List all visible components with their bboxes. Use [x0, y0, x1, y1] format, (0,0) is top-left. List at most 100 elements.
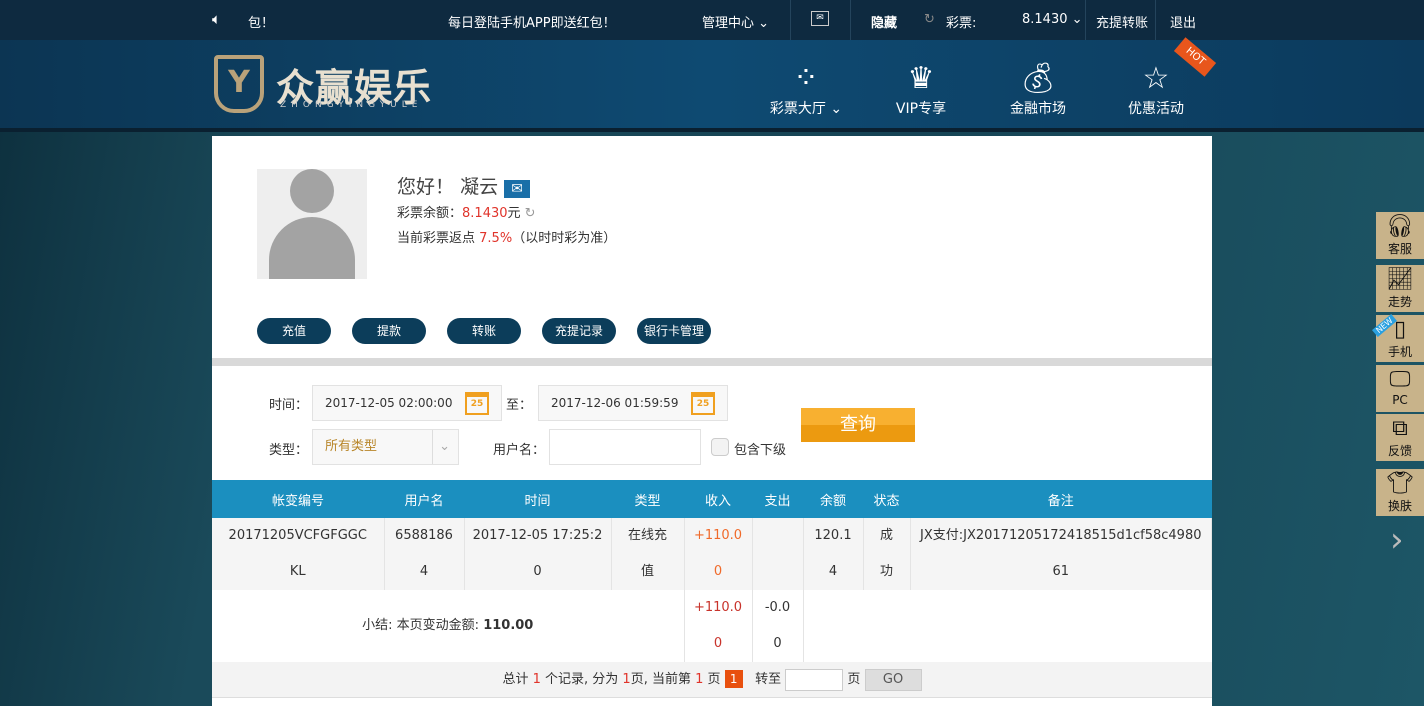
manage-label: 管理中心 [702, 16, 755, 31]
side-pc[interactable]: 🖵︎ PC [1376, 365, 1424, 412]
subtotal-label: 小结: 本页变动金额: [362, 618, 480, 633]
side-skin[interactable]: 👕︎ 换肤 [1376, 469, 1424, 516]
col-type: 类型 [611, 480, 684, 518]
subtotal-expense: 0 [752, 626, 804, 662]
cell: 成 [863, 518, 911, 554]
pager-text: 页, 当前第 [630, 672, 691, 687]
side-feedback[interactable]: ⧉ 反馈 [1376, 414, 1424, 461]
go-button[interactable]: GO [864, 668, 922, 691]
chevron-down-icon: ⌄ [432, 430, 450, 464]
crown-icon: ♛ [907, 61, 935, 96]
subtotal-cell: 小结: 本页变动金额: 110.00 [212, 590, 684, 662]
cell: 6588186 [384, 518, 465, 554]
type-select[interactable]: 所有类型 ⌄ [312, 429, 459, 465]
end-date-input[interactable]: 2017-12-06 01:59:59 25 [538, 385, 728, 421]
nav-finance[interactable]: 💰︎ 金融市场 [988, 60, 1088, 118]
mail-icon[interactable]: ✉ [811, 11, 829, 26]
nav-label: VIP专享 [895, 101, 947, 117]
bank-card-button[interactable]: 银行卡管理 [637, 318, 711, 344]
refresh-icon[interactable]: ↻ [924, 12, 935, 27]
greeting-text: 您好！ [397, 176, 455, 198]
subtotal-value: 110.00 [483, 618, 534, 633]
hide-balance-button[interactable]: 隐藏 [871, 12, 897, 31]
type-value: 所有类型 [325, 439, 378, 454]
lottery-label: 彩票: [946, 16, 977, 31]
rebate-line: 当前彩票返点 7.5%（以时时彩为准） [397, 227, 616, 246]
nav-label: 金融市场 [1010, 101, 1066, 117]
message-icon[interactable]: ✉ [504, 180, 531, 198]
side-customer-service[interactable]: 🎧︎ 客服 [1376, 212, 1424, 259]
pagination: 总计 1 个记录, 分为 1页, 当前第 1 页 1 转至 页 GO [212, 662, 1212, 698]
cell: 0 [464, 554, 612, 590]
monitor-icon: 🖵︎ [1389, 367, 1411, 392]
logout-link[interactable]: 退出 [1170, 12, 1196, 31]
table-header: 帐变编号 用户名 时间 类型 收入 支出 余额 状态 备注 [212, 480, 1212, 518]
calendar-icon[interactable]: 25 [465, 392, 489, 415]
cell: 61 [910, 554, 1212, 590]
cell: +110.0 [684, 518, 753, 554]
cell: KL [212, 554, 385, 590]
divider [212, 358, 1212, 366]
transfer-button[interactable]: 转账 [447, 318, 521, 344]
side-mobile[interactable]: ▯ 手机 NEW [1372, 314, 1424, 362]
logo-subtext: ZHONGYINGYULE [280, 100, 423, 110]
balance-line: 彩票余额：8.1430元 ↻ [397, 202, 536, 221]
rebate-note: （以时时彩为准） [512, 231, 617, 246]
cell: 功 [863, 554, 911, 590]
deposit-transfer-link[interactable]: 充提转账 [1096, 12, 1148, 31]
subtotal-expense: -0.0 [752, 590, 804, 626]
subtotal-income: 0 [683, 626, 753, 662]
feedback-icon: ⧉ [1392, 416, 1408, 441]
col-expense: 支出 [752, 480, 803, 518]
withdraw-button[interactable]: 提款 [352, 318, 426, 344]
time-label: 时间： [269, 398, 309, 413]
cell: 120.1 [803, 518, 864, 554]
col-time: 时间 [464, 480, 611, 518]
col-status: 状态 [863, 480, 910, 518]
balance-dropdown[interactable]: 8.1430 ⌄ [1022, 12, 1083, 27]
manage-center-menu[interactable]: 管理中心 ⌄ [702, 12, 769, 31]
refresh-icon[interactable]: ↻ [525, 206, 536, 221]
calendar-icon[interactable]: 25 [691, 392, 715, 415]
col-remark: 备注 [910, 480, 1212, 518]
col-id: 帐变编号 [212, 480, 384, 518]
current-page: 1 [695, 672, 704, 687]
side-label: 客服 [1387, 242, 1412, 256]
page-1-button[interactable]: 1 [724, 670, 743, 688]
side-label: 换肤 [1387, 499, 1412, 513]
balance-value: 8.1430 [1022, 12, 1068, 27]
avatar [257, 169, 367, 279]
query-button[interactable]: 查询 [801, 408, 915, 442]
subtotal-income: +110.0 [683, 590, 753, 626]
balance-amount: 8.1430 [462, 206, 508, 221]
subtotal-row: 小结: 本页变动金额: 110.00 +110.0 -0.0 [212, 590, 1212, 633]
start-date-input[interactable]: 2017-12-05 02:00:00 25 [312, 385, 502, 421]
header: Y 众赢娱乐 ZHONGYINGYULE ⁘ 彩票大厅 ⌄ ♛ VIP专享 💰︎ 金融… [0, 40, 1424, 132]
chevron-right-icon[interactable]: › [1390, 520, 1404, 560]
type-label: 类型： [269, 443, 309, 458]
username-input[interactable] [549, 429, 701, 465]
table-row: KL 4 0 值 0 4 功 61 [212, 554, 1212, 590]
rebate-value: 7.5% [479, 231, 513, 246]
nav-promotions[interactable]: ☆ 优惠活动 [1106, 60, 1206, 118]
greeting: 您好！ 凝云 ✉ [397, 172, 531, 199]
nav-vip[interactable]: ♛ VIP专享 [871, 60, 971, 118]
headset-icon: 🎧︎ [1386, 214, 1414, 239]
nav-lottery-hall[interactable]: ⁘ 彩票大厅 ⌄ [756, 60, 856, 118]
cell: 值 [611, 554, 685, 590]
records-button[interactable]: 充提记录 [542, 318, 616, 344]
cell: JX支付:JX20171205172418515d1cf58c4980 [910, 518, 1212, 554]
cell: 4 [384, 554, 465, 590]
goto-page-input[interactable] [785, 668, 844, 691]
logo-mark-icon: Y [214, 55, 264, 113]
trend-icon: 📈︎ [1386, 267, 1414, 292]
logo[interactable]: Y 众赢娱乐 ZHONGYINGYULE [214, 55, 432, 113]
side-trend[interactable]: 📈︎ 走势 [1376, 265, 1424, 312]
cell: 在线充 [611, 518, 685, 554]
pager-text: 页 [707, 672, 721, 687]
include-sub-checkbox[interactable] [711, 438, 729, 456]
deposit-button[interactable]: 充值 [257, 318, 331, 344]
tshirt-icon: 👕︎ [1386, 471, 1414, 496]
top-bar: 🔈︎ 包！ 每日登陆手机APP即送红包！ 管理中心 ⌄ ✉ 隐藏 ↻ 彩票: 8… [0, 0, 1424, 40]
table-row: 20171205VCFGFGGC 6588186 2017-12-05 17:25:… [212, 518, 1212, 554]
